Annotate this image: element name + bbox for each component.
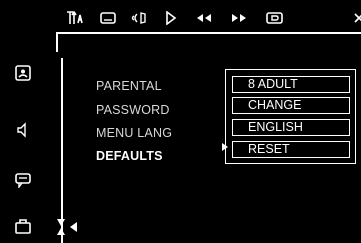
features-setup-icon[interactable]: [15, 218, 31, 234]
title-chapter-icon[interactable]: [66, 11, 86, 25]
language-setup-icon[interactable]: [15, 172, 31, 188]
audio-setup-icon[interactable]: [15, 122, 31, 138]
selection-arrow-icon: [221, 142, 229, 152]
play-icon[interactable]: [165, 11, 177, 25]
fast-forward-icon[interactable]: [230, 11, 248, 25]
value-parental[interactable]: 8 ADULT: [232, 76, 350, 93]
display-icon[interactable]: [266, 11, 284, 25]
close-icon[interactable]: [354, 11, 361, 25]
top-icon-bar: [0, 0, 361, 52]
setup-sidebar: [0, 58, 46, 243]
sidebar-nav-arrows[interactable]: [49, 217, 79, 237]
top-bar-divider-vertical: [56, 32, 58, 52]
sidebar-divider: [61, 58, 63, 243]
menu-item-password[interactable]: PASSWORD: [96, 103, 170, 117]
value-menu-lang[interactable]: ENGLISH: [232, 119, 350, 136]
menu-item-defaults[interactable]: DEFAULTS: [96, 149, 163, 163]
subtitle-icon[interactable]: [100, 11, 116, 25]
value-password[interactable]: CHANGE: [232, 97, 350, 114]
value-defaults[interactable]: RESET: [232, 141, 350, 158]
audio-icon[interactable]: [131, 11, 149, 25]
menu-item-parental[interactable]: PARENTAL: [96, 79, 162, 93]
top-bar-divider: [56, 32, 361, 34]
picture-setup-icon[interactable]: [15, 65, 31, 81]
menu-item-menu-lang[interactable]: MENU LANG: [96, 126, 172, 140]
rewind-icon[interactable]: [195, 11, 213, 25]
